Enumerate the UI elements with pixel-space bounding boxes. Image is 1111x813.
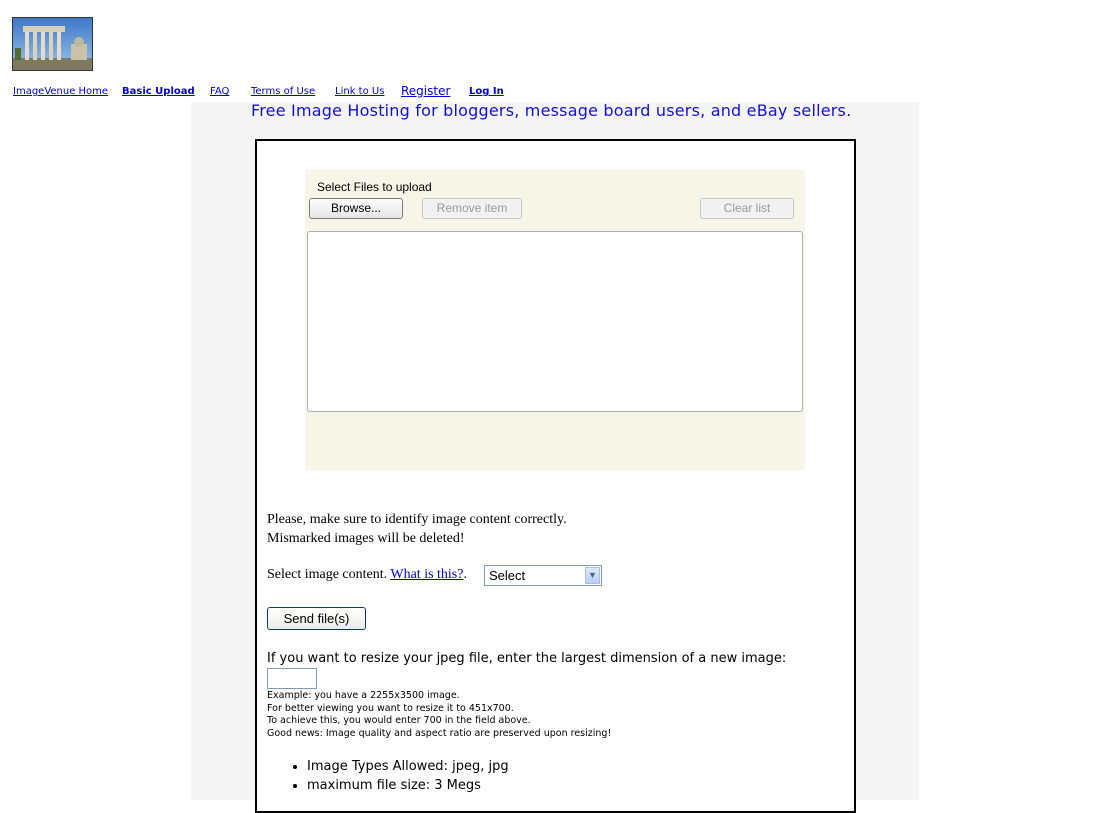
list-item: Image Types Allowed: jpeg, jpg	[307, 757, 509, 776]
nav-login-link[interactable]: Log In	[469, 86, 504, 97]
example-line: For better viewing you want to resize it…	[267, 702, 514, 714]
nav-basic-upload-link[interactable]: Basic Upload	[122, 86, 195, 97]
nav-register-link[interactable]: Register	[401, 84, 450, 98]
content-notice: Please, make sure to identify image cont…	[267, 510, 567, 548]
resize-example: Example: you have a 2255x3500 image. For…	[267, 690, 611, 740]
send-files-button[interactable]: Send file(s)	[267, 607, 366, 630]
example-line: To achieve this, you would enter 700 in …	[267, 715, 531, 726]
remove-item-button[interactable]: Remove item	[422, 198, 522, 219]
list-item: maximum file size: 3 Megs	[307, 776, 509, 795]
upload-rules-list: Image Types Allowed: jpeg, jpg maximum f…	[267, 757, 509, 795]
notice-line-1: Please, make sure to identify image cont…	[267, 512, 567, 527]
image-content-select[interactable]: Select ▼	[484, 565, 602, 586]
nav-faq-link[interactable]: FAQ	[210, 86, 229, 97]
file-uploader: Select Files to upload Browse... Remove …	[305, 170, 805, 470]
notice-line-2: Mismarked images will be deleted!	[267, 531, 465, 546]
resize-label: If you want to resize your jpeg file, en…	[267, 651, 787, 666]
site-logo[interactable]	[12, 17, 93, 71]
resize-dimension-input[interactable]	[267, 668, 317, 689]
nav-home-link[interactable]: ImageVenue Home	[13, 86, 108, 97]
clear-list-button[interactable]: Clear list	[700, 198, 794, 219]
upload-panel: Select Files to upload Browse... Remove …	[255, 139, 856, 813]
uploader-title: Select Files to upload	[317, 180, 432, 194]
what-is-this-link[interactable]: What is this?	[390, 567, 463, 582]
tagline: Free Image Hosting for bloggers, message…	[251, 101, 852, 120]
chevron-down-icon[interactable]: ▼	[585, 567, 600, 584]
example-line: Example: you have a 2255x3500 image.	[267, 690, 460, 701]
file-list[interactable]	[307, 231, 803, 412]
content-select-label: Select image content.	[267, 567, 388, 582]
select-value: Select	[489, 568, 526, 583]
nav-link-to-us-link[interactable]: Link to Us	[335, 86, 384, 97]
example-line: Good news: Image quality and aspect rati…	[267, 727, 612, 739]
content-select-period: .	[463, 567, 467, 582]
nav-terms-link[interactable]: Terms of Use	[251, 86, 315, 97]
browse-button[interactable]: Browse...	[309, 198, 403, 219]
content-select-row: Select image content. What is this?.	[267, 567, 467, 583]
